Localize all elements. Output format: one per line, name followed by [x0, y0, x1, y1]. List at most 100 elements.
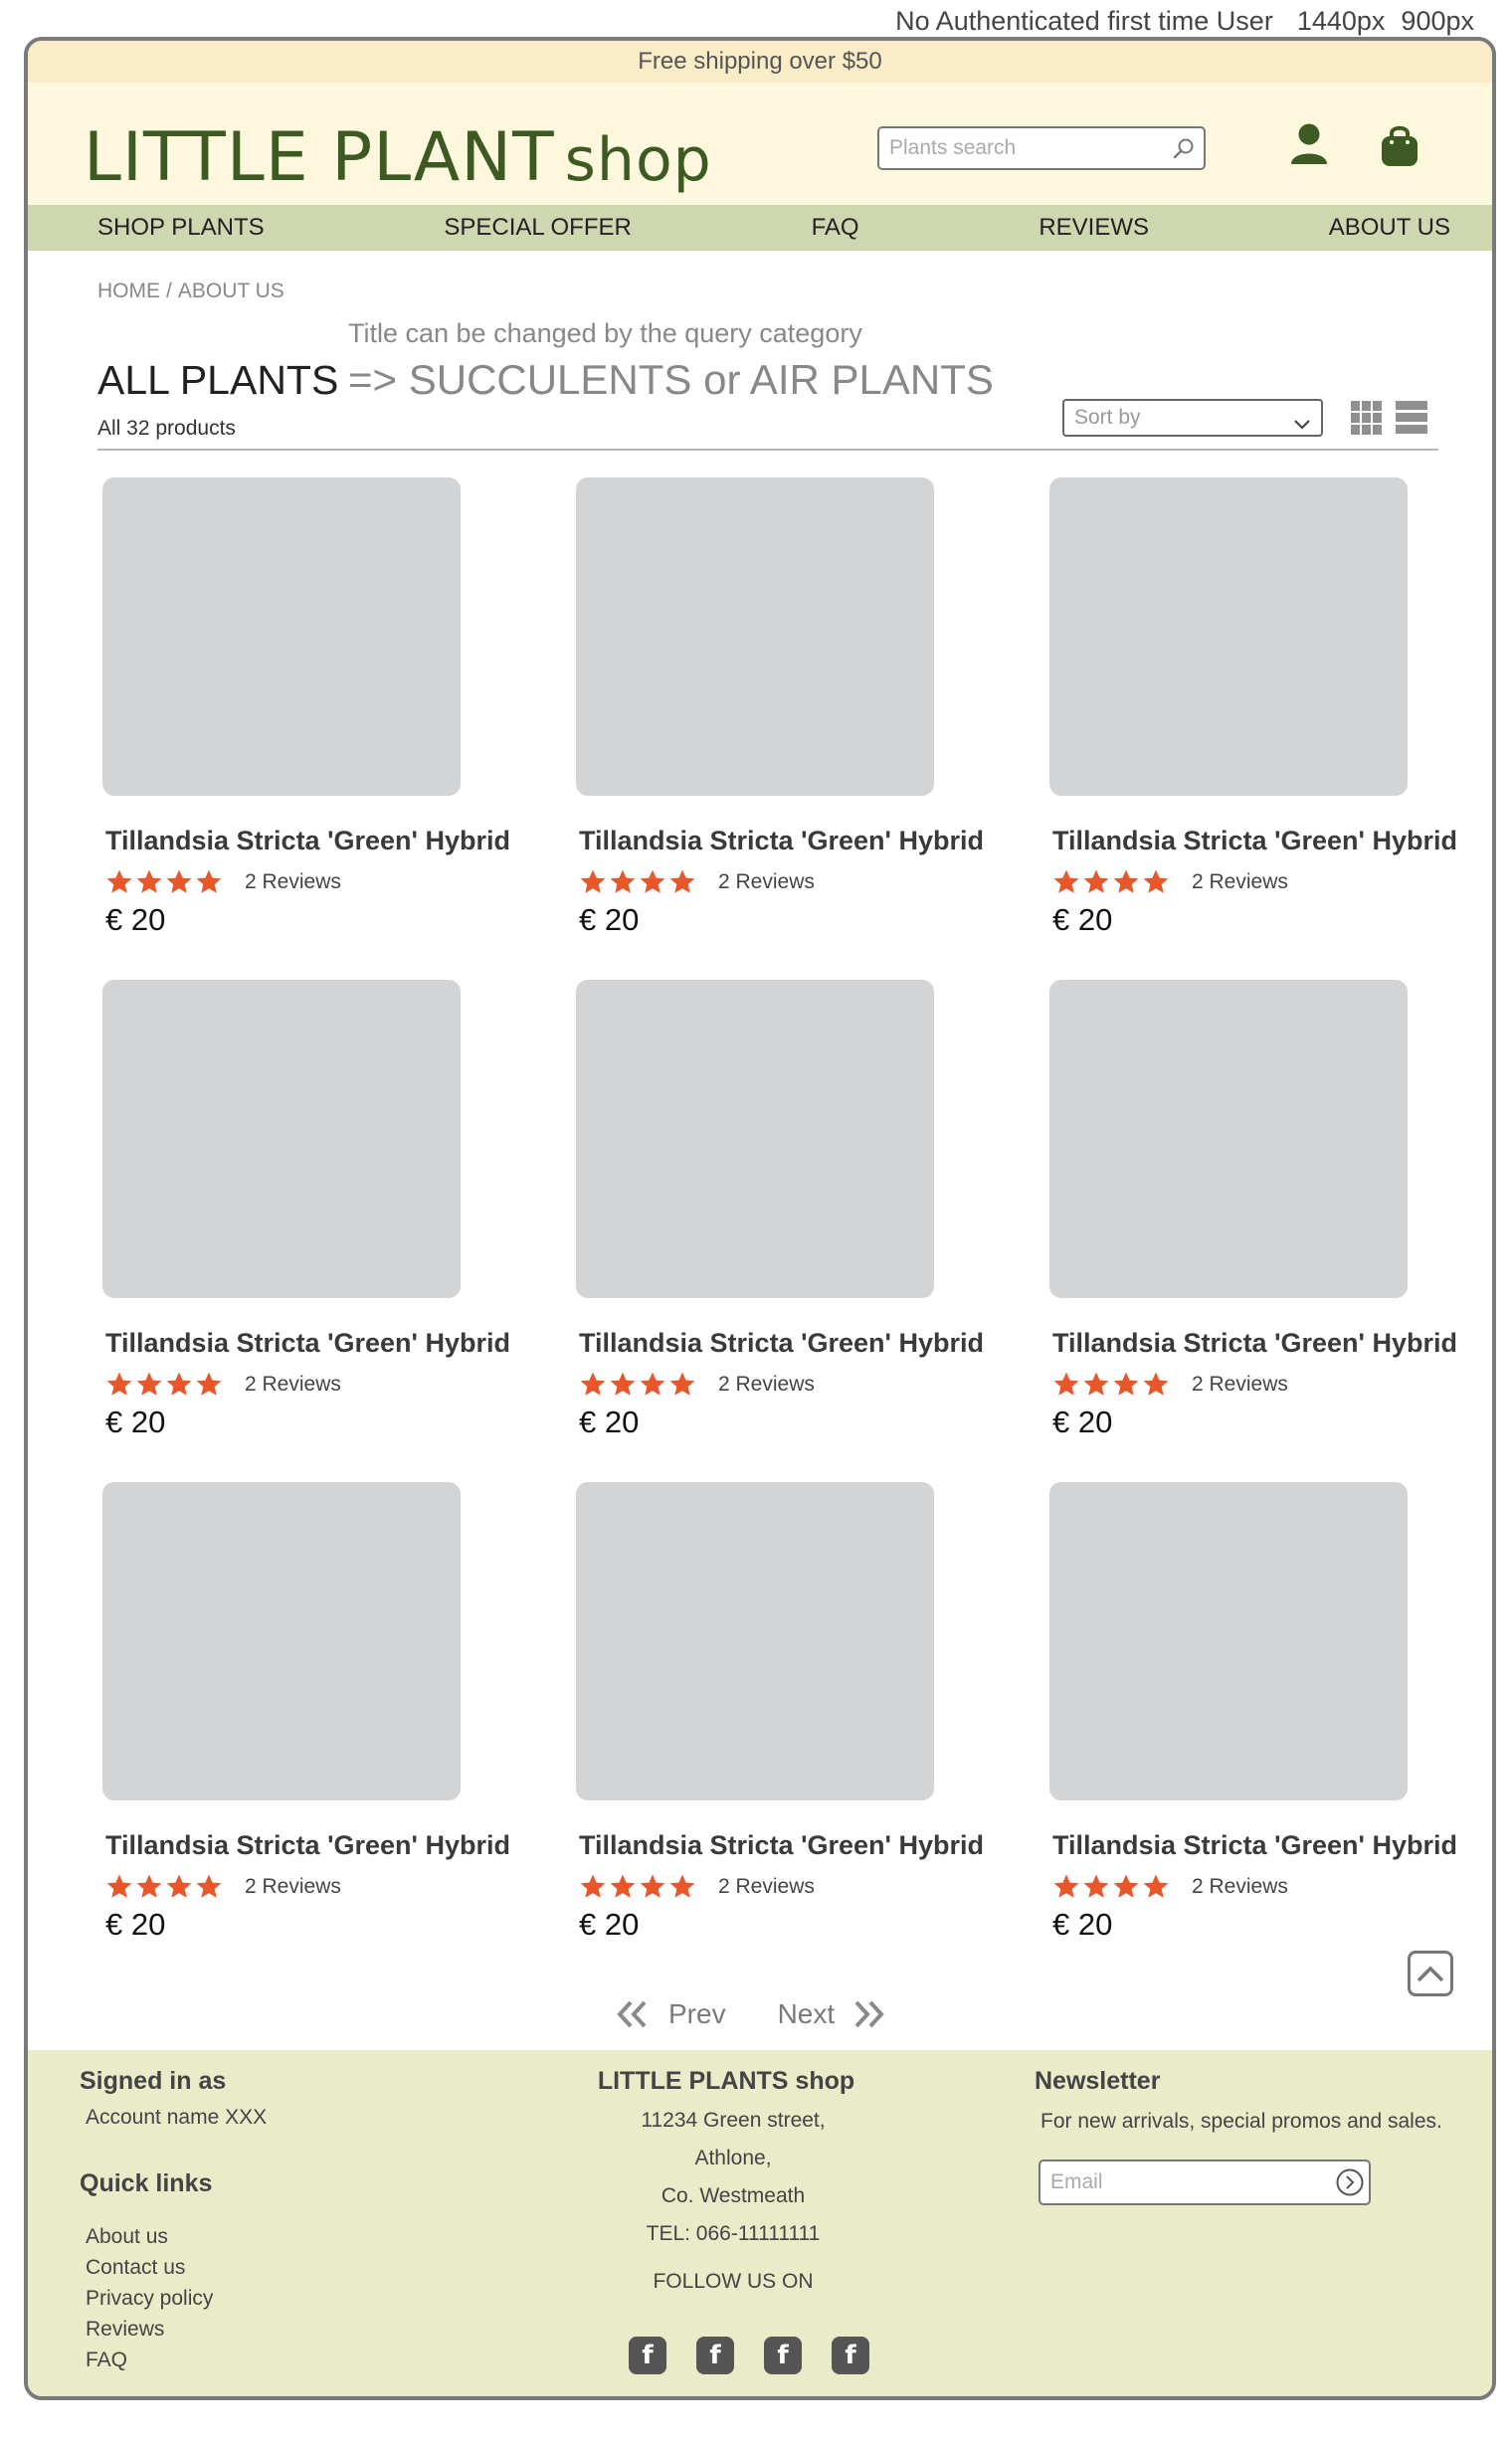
search-icon[interactable] — [1172, 136, 1196, 165]
header-divider — [97, 449, 1438, 451]
review-count[interactable]: 2 Reviews — [245, 1373, 341, 1397]
user-icon[interactable] — [1289, 122, 1329, 171]
shopping-bag-icon[interactable] — [1379, 122, 1420, 173]
product-name[interactable]: Tillandsia Stricta 'Green' Hybrid — [1052, 826, 1457, 856]
product-name[interactable]: Tillandsia Stricta 'Green' Hybrid — [1052, 1328, 1457, 1359]
sort-dropdown[interactable]: Sort by — [1062, 399, 1323, 437]
product-price: € 20 — [105, 1907, 166, 1942]
star-icon — [196, 1372, 222, 1396]
product-image-placeholder[interactable] — [576, 1482, 934, 1800]
site-logo[interactable]: LITTLE PLANT shop — [84, 118, 712, 197]
facebook-icon[interactable]: f — [696, 2337, 734, 2374]
review-count[interactable]: 2 Reviews — [718, 1875, 815, 1899]
star-icon — [136, 1372, 162, 1396]
nav-item-special-offer[interactable]: SPECIAL OFFER — [444, 214, 631, 242]
quick-link-contact-us[interactable]: Contact us — [86, 2256, 213, 2287]
product-rating: 2 Reviews — [1052, 1371, 1408, 1399]
site-header: LITTLE PLANT shop — [28, 83, 1492, 205]
review-count[interactable]: 2 Reviews — [718, 1373, 815, 1397]
star-rating — [1052, 868, 1170, 896]
product-card[interactable]: Tillandsia Stricta 'Green' Hybrid 2 Revie… — [576, 1482, 1049, 1984]
star-icon — [1113, 869, 1139, 893]
facebook-icon[interactable]: f — [629, 2337, 666, 2374]
product-image-placeholder[interactable] — [1049, 1482, 1408, 1800]
star-icon — [1113, 1372, 1139, 1396]
product-card[interactable]: Tillandsia Stricta 'Green' Hybrid 2 Revie… — [102, 477, 576, 980]
sort-dropdown-label: Sort by — [1074, 406, 1141, 429]
nav-item-faq[interactable]: FAQ — [812, 214, 859, 242]
product-name[interactable]: Tillandsia Stricta 'Green' Hybrid — [105, 826, 576, 856]
star-icon — [1113, 1874, 1139, 1898]
review-count[interactable]: 2 Reviews — [245, 870, 341, 894]
star-rating — [579, 868, 696, 896]
review-count[interactable]: 2 Reviews — [1192, 870, 1288, 894]
review-count[interactable]: 2 Reviews — [718, 870, 815, 894]
product-card[interactable]: Tillandsia Stricta 'Green' Hybrid 2 Revie… — [576, 980, 1049, 1482]
review-count[interactable]: 2 Reviews — [1192, 1875, 1288, 1899]
search-field[interactable] — [877, 126, 1206, 170]
nav-item-shop-plants[interactable]: SHOP PLANTS — [97, 214, 265, 242]
quick-link-about-us[interactable]: About us — [86, 2225, 213, 2256]
email-field[interactable] — [1039, 2160, 1371, 2205]
star-icon — [106, 1372, 132, 1396]
product-image-placeholder[interactable] — [102, 1482, 461, 1800]
product-image-placeholder[interactable] — [576, 980, 934, 1298]
back-to-top-button[interactable] — [1408, 1951, 1453, 1996]
review-count[interactable]: 2 Reviews — [1192, 1373, 1288, 1397]
product-card[interactable]: Tillandsia Stricta 'Green' Hybrid 2 Revie… — [1049, 477, 1457, 980]
height-label: 900px — [1401, 6, 1474, 36]
search-input[interactable] — [879, 128, 1168, 168]
product-rating: 2 Reviews — [1052, 868, 1408, 896]
star-rating — [579, 1873, 696, 1901]
facebook-icon[interactable]: f — [764, 2337, 802, 2374]
breadcrumb-home[interactable]: HOME — [97, 280, 160, 302]
product-card[interactable]: Tillandsia Stricta 'Green' Hybrid 2 Revie… — [1049, 980, 1457, 1482]
grid-view-icon[interactable] — [1351, 401, 1383, 440]
product-grid: Tillandsia Stricta 'Green' Hybrid 2 Revie… — [102, 477, 1475, 1984]
product-name[interactable]: Tillandsia Stricta 'Green' Hybrid — [579, 826, 1049, 856]
chevron-up-icon — [1417, 1966, 1444, 1982]
account-name[interactable]: Account name XXX — [86, 2106, 267, 2130]
product-name[interactable]: Tillandsia Stricta 'Green' Hybrid — [1052, 1830, 1457, 1861]
star-icon — [136, 869, 162, 893]
social-links: f f f f — [629, 2337, 869, 2374]
nav-item-about-us[interactable]: ABOUT US — [1329, 214, 1450, 242]
main-nav: SHOP PLANTS SPECIAL OFFER FAQ REVIEWS AB… — [28, 205, 1492, 251]
next-page-button[interactable]: Next — [778, 1998, 887, 2030]
product-image-placeholder[interactable] — [1049, 980, 1408, 1298]
product-card[interactable]: Tillandsia Stricta 'Green' Hybrid 2 Revie… — [1049, 1482, 1457, 1984]
quick-link-faq[interactable]: FAQ — [86, 2348, 213, 2379]
product-image-placeholder[interactable] — [102, 477, 461, 796]
star-icon — [580, 1372, 606, 1396]
product-image-placeholder[interactable] — [1049, 477, 1408, 796]
product-name[interactable]: Tillandsia Stricta 'Green' Hybrid — [105, 1830, 576, 1861]
star-icon — [1143, 1874, 1169, 1898]
star-icon — [136, 1874, 162, 1898]
star-icon — [1143, 1372, 1169, 1396]
product-name[interactable]: Tillandsia Stricta 'Green' Hybrid — [579, 1328, 1049, 1359]
product-rating: 2 Reviews — [105, 1371, 576, 1399]
double-chevron-right-icon — [854, 2000, 884, 2028]
footer-shop-name: LITTLE PLANTS shop — [597, 2067, 855, 2095]
facebook-icon[interactable]: f — [832, 2337, 869, 2374]
review-count[interactable]: 2 Reviews — [245, 1875, 341, 1899]
star-rating — [579, 1371, 696, 1399]
product-card[interactable]: Tillandsia Stricta 'Green' Hybrid 2 Revie… — [102, 1482, 576, 1984]
quick-link-privacy-policy[interactable]: Privacy policy — [86, 2287, 213, 2318]
product-name[interactable]: Tillandsia Stricta 'Green' Hybrid — [579, 1830, 1049, 1861]
prev-page-button[interactable]: Prev — [615, 1998, 726, 2030]
product-card[interactable]: Tillandsia Stricta 'Green' Hybrid 2 Revie… — [576, 477, 1049, 980]
list-view-icon[interactable] — [1396, 401, 1427, 440]
star-icon — [610, 869, 636, 893]
product-price: € 20 — [1052, 902, 1113, 937]
nav-item-reviews[interactable]: REVIEWS — [1039, 214, 1149, 242]
product-image-placeholder[interactable] — [576, 477, 934, 796]
product-card[interactable]: Tillandsia Stricta 'Green' Hybrid 2 Revie… — [102, 980, 576, 1482]
product-name[interactable]: Tillandsia Stricta 'Green' Hybrid — [105, 1328, 576, 1359]
arrow-circle-right-icon[interactable] — [1335, 2167, 1365, 2202]
address-town: Athlone, — [694, 2147, 772, 2169]
product-image-placeholder[interactable] — [102, 980, 461, 1298]
email-input[interactable] — [1040, 2161, 1329, 2203]
quick-link-reviews[interactable]: Reviews — [86, 2318, 213, 2348]
star-rating — [105, 868, 223, 896]
